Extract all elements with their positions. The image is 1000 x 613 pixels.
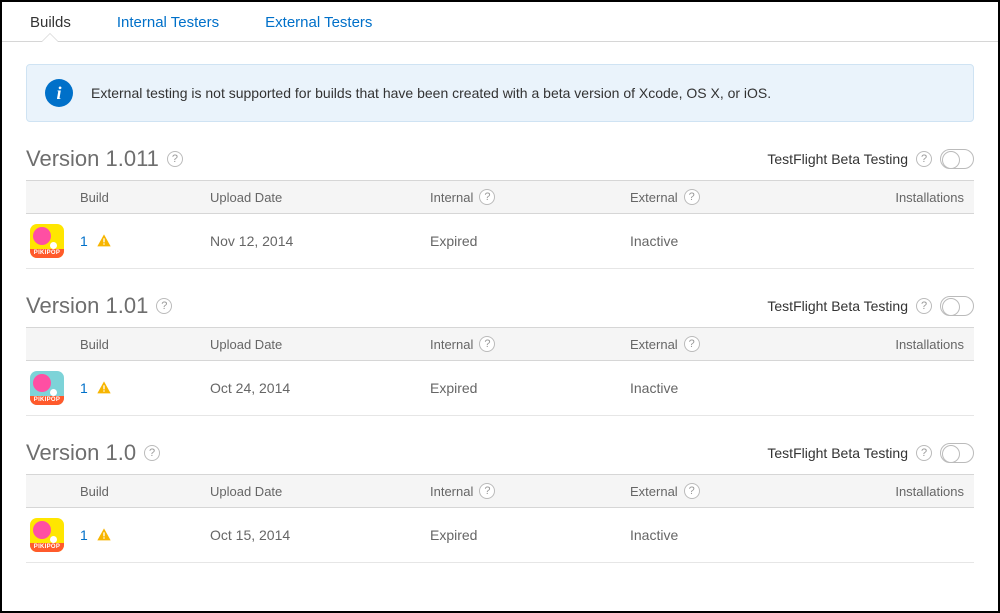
warning-icon [96,380,112,396]
col-external: External ? [630,483,830,499]
external-status: Inactive [630,233,830,249]
table-row: PIKIPOP 1 Nov 12, 2014 Expired Inactive [26,214,974,269]
warning-icon [96,233,112,249]
build-number-link[interactable]: 1 [80,380,88,396]
builds-table: Build Upload Date Internal ? External ? … [26,474,974,563]
builds-table: Build Upload Date Internal ? External ? … [26,180,974,269]
external-status: Inactive [630,380,830,396]
version-header: Version 1.01 ? TestFlight Beta Testing ? [26,293,974,319]
upload-date: Nov 12, 2014 [210,233,430,249]
external-help-icon[interactable]: ? [684,336,700,352]
col-internal: Internal ? [430,336,630,352]
version-title: Version 1.011 [26,146,159,172]
info-icon: i [45,79,73,107]
internal-help-icon[interactable]: ? [479,336,495,352]
version-title: Version 1.0 [26,440,136,466]
beta-help-icon[interactable]: ? [916,445,932,461]
app-icon: PIKIPOP [30,518,64,552]
col-installations: Installations [830,484,970,499]
tab-builds[interactable]: Builds [22,2,79,41]
tab-external-testers[interactable]: External Testers [257,2,380,41]
internal-help-icon[interactable]: ? [479,189,495,205]
beta-testing-toggle[interactable] [940,443,974,463]
table-row: PIKIPOP 1 Oct 24, 2014 Expired Inactive [26,361,974,416]
beta-testing-toggle[interactable] [940,149,974,169]
col-build: Build [80,484,210,499]
beta-testing-label: TestFlight Beta Testing [767,151,908,167]
upload-date: Oct 24, 2014 [210,380,430,396]
col-external: External ? [630,189,830,205]
banner-text: External testing is not supported for bu… [91,85,771,101]
table-header: Build Upload Date Internal ? External ? … [26,474,974,508]
version-header: Version 1.0 ? TestFlight Beta Testing ? [26,440,974,466]
table-header: Build Upload Date Internal ? External ? … [26,327,974,361]
beta-testing-toggle[interactable] [940,296,974,316]
app-icon: PIKIPOP [30,224,64,258]
internal-status: Expired [430,380,630,396]
beta-help-icon[interactable]: ? [916,151,932,167]
col-upload: Upload Date [210,190,430,205]
version-section: Version 1.0 ? TestFlight Beta Testing ? … [26,440,974,563]
version-section: Version 1.011 ? TestFlight Beta Testing … [26,146,974,269]
internal-status: Expired [430,527,630,543]
col-build: Build [80,337,210,352]
col-installations: Installations [830,337,970,352]
col-upload: Upload Date [210,337,430,352]
external-help-icon[interactable]: ? [684,189,700,205]
external-status: Inactive [630,527,830,543]
col-build: Build [80,190,210,205]
build-number-link[interactable]: 1 [80,233,88,249]
version-help-icon[interactable]: ? [144,445,160,461]
beta-testing-label: TestFlight Beta Testing [767,445,908,461]
tabs-bar: Builds Internal Testers External Testers [2,2,998,42]
col-internal: Internal ? [430,483,630,499]
version-header: Version 1.011 ? TestFlight Beta Testing … [26,146,974,172]
version-help-icon[interactable]: ? [167,151,183,167]
warning-icon [96,527,112,543]
tab-internal-testers[interactable]: Internal Testers [109,2,227,41]
col-external: External ? [630,336,830,352]
external-help-icon[interactable]: ? [684,483,700,499]
internal-status: Expired [430,233,630,249]
beta-testing-label: TestFlight Beta Testing [767,298,908,314]
app-icon: PIKIPOP [30,371,64,405]
builds-table: Build Upload Date Internal ? External ? … [26,327,974,416]
table-row: PIKIPOP 1 Oct 15, 2014 Expired Inactive [26,508,974,563]
col-internal: Internal ? [430,189,630,205]
col-installations: Installations [830,190,970,205]
table-header: Build Upload Date Internal ? External ? … [26,180,974,214]
version-title: Version 1.01 [26,293,148,319]
build-number-link[interactable]: 1 [80,527,88,543]
version-help-icon[interactable]: ? [156,298,172,314]
version-section: Version 1.01 ? TestFlight Beta Testing ?… [26,293,974,416]
internal-help-icon[interactable]: ? [479,483,495,499]
info-banner: i External testing is not supported for … [26,64,974,122]
col-upload: Upload Date [210,484,430,499]
upload-date: Oct 15, 2014 [210,527,430,543]
beta-help-icon[interactable]: ? [916,298,932,314]
